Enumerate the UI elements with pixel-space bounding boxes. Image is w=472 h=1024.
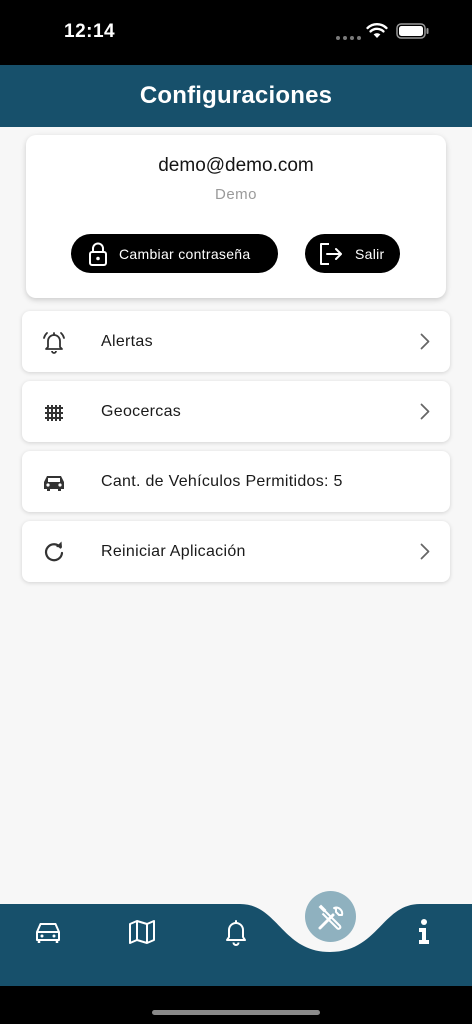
menu-item-label: Geocercas [101, 402, 182, 420]
car-icon [44, 476, 64, 491]
tools-icon [318, 904, 343, 930]
change-password-label: Cambiar contraseña [119, 245, 251, 262]
info-icon[interactable] [414, 918, 434, 946]
logout-label: Salir [355, 245, 385, 262]
change-password-button[interactable]: Cambiar contraseña [71, 234, 278, 273]
signal-icon [336, 36, 361, 40]
bell-icon[interactable] [224, 918, 248, 946]
map-icon[interactable] [128, 920, 156, 944]
home-indicator[interactable] [152, 1010, 320, 1015]
chevron-right-icon [420, 333, 430, 350]
menu-item-label: Reiniciar Aplicación [101, 542, 246, 560]
chevron-right-icon [420, 403, 430, 420]
home-indicator-area [0, 986, 472, 1024]
account-email: demo@demo.com [158, 155, 314, 176]
alarm-bell-icon [43, 332, 65, 354]
menu-item-vehiculos-permitidos: Cant. de Vehículos Permitidos: 5 [22, 451, 450, 512]
bottom-navigation [0, 890, 472, 986]
status-bar: 12:14 [0, 0, 472, 65]
car-icon[interactable] [34, 920, 62, 944]
chevron-right-icon [420, 543, 430, 560]
fence-grid-icon [45, 405, 63, 421]
account-name: Demo [214, 186, 257, 203]
menu-item-label: Alertas [101, 332, 153, 350]
logout-button[interactable]: Salir [305, 234, 400, 273]
battery-icon [396, 23, 429, 39]
wifi-icon [366, 23, 388, 38]
lock-icon [89, 242, 107, 266]
account-card: demo@demo.com Demo Cambiar contraseña Sa… [26, 135, 446, 298]
settings-tools-button[interactable] [305, 891, 356, 942]
app-header: Configuraciones [0, 65, 472, 127]
menu-item-label: Cant. de Vehículos Permitidos: 5 [101, 472, 343, 490]
refresh-icon [44, 541, 64, 562]
logout-icon [320, 242, 342, 265]
menu-item-reiniciar[interactable]: Reiniciar Aplicación [22, 521, 450, 582]
menu-item-geocercas[interactable]: Geocercas [22, 381, 450, 442]
status-time: 12:14 [64, 21, 116, 42]
page-title: Configuraciones [139, 82, 333, 109]
menu-item-alertas[interactable]: Alertas [22, 311, 450, 372]
